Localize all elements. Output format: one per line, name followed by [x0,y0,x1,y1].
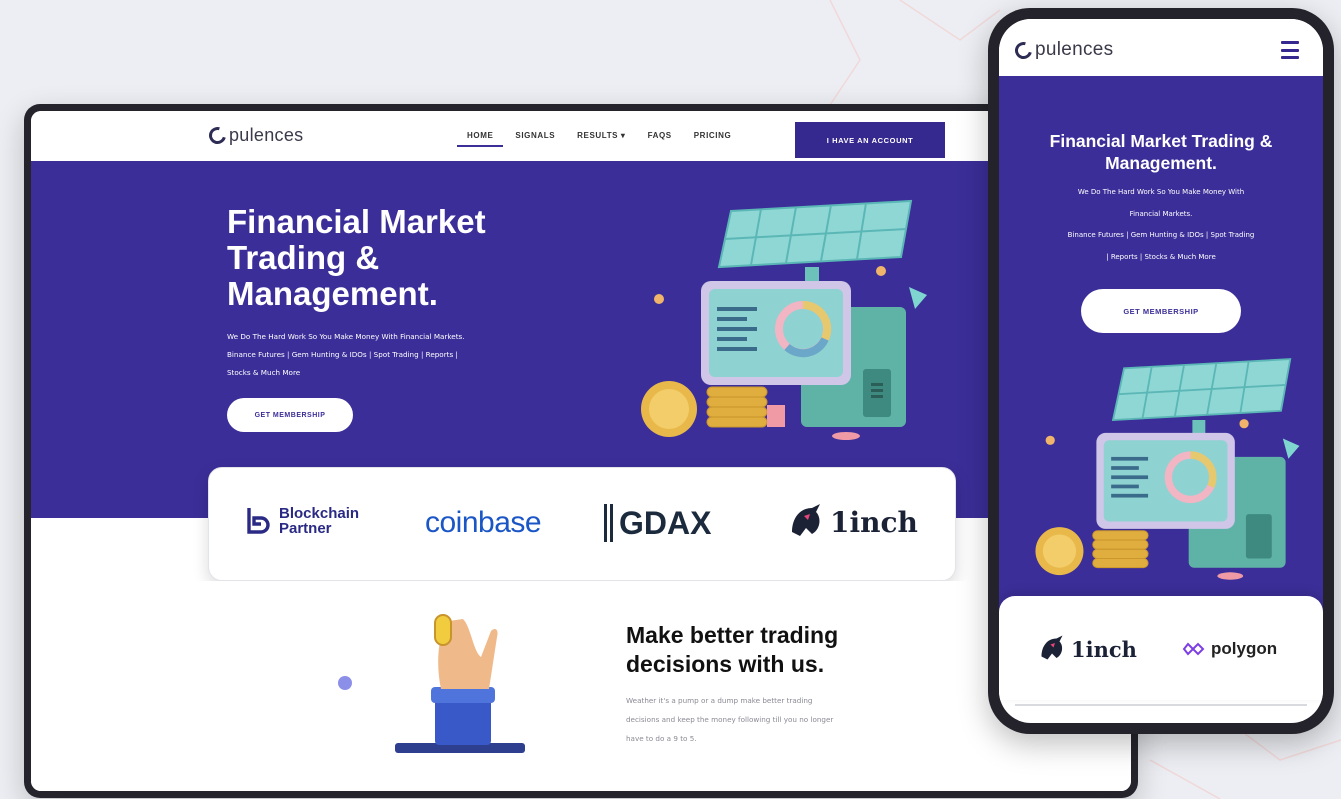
mobile-hero-title: Financial Market Trading & Management. [1009,130,1313,174]
1inch-text: 1inch [830,505,918,539]
mobile-logo[interactable]: pulences [1011,38,1114,62]
nav-signals[interactable]: SIGNALS [515,131,555,140]
blockchain-partner-text: Blockchain Partner [279,506,359,536]
logo-c-icon [1011,38,1036,62]
nav-home[interactable]: HOME [456,131,504,147]
feature-title-line: Make better trading [626,622,839,648]
hero-subtitle-line: We Do The Hard Work So You Make Money Wi… [227,332,465,341]
hero-title: Financial Market Trading & Management. [227,204,557,312]
feature-title-line: decisions with us. [626,651,825,677]
desktop-screen: pulences HOME SIGNALS RESULTS ▾ FAQS PRI… [31,111,1131,791]
logo-text: pulences [229,125,304,145]
feature-section: Make better trading decisions with us. W… [31,581,1131,791]
mobile-mockup: pulences Financial Market Trading & Mana… [988,8,1334,734]
mobile-1inch-logo[interactable]: 1inch [1037,634,1137,664]
mobile-screen: pulences Financial Market Trading & Mana… [999,19,1323,723]
get-membership-button[interactable]: GET MEMBERSHIP [227,398,353,432]
desktop-menu: HOME SIGNALS RESULTS ▾ FAQS PRICING [456,131,732,147]
mobile-divider [1015,704,1307,706]
polygon-icon [1182,642,1205,656]
polygon-logo[interactable]: polygon [1181,639,1277,659]
mobile-hero-subtitle-line: | Reports | Stocks & Much More [1106,252,1216,261]
mobile-hero-illustration [1035,358,1300,580]
feature-text: Weather it's a pump or a dump make bette… [626,691,956,748]
gdax-bars-icon [604,504,613,542]
hero-subtitle-line: Stocks & Much More [227,368,301,377]
mobile-hero-subtitle-line: We Do The Hard Work So You Make Money Wi… [1077,188,1245,196]
unicorn-icon [1041,635,1063,660]
hero-illustration [641,199,927,440]
blockchain-partner-logo[interactable]: Blockchain Partner [245,506,359,536]
mobile-hero-subtitle-line: Binance Futures | Gem Hunting & IDOs | S… [1067,231,1255,239]
mobile-hero-subtitle: We Do The Hard Work So You Make Money Wi… [1003,182,1319,268]
mobile-navbar: pulences [999,19,1323,76]
hero-subtitle-line: Binance Futures | Gem Hunting & IDOs | S… [227,350,458,359]
nav-pricing[interactable]: PRICING [694,131,732,140]
desktop-logo[interactable]: pulences [205,123,304,148]
nav-results[interactable]: RESULTS ▾ [577,131,625,140]
feature-title: Make better trading decisions with us. [626,621,956,679]
mobile-hero-title-line: Financial Market Trading & [1049,131,1273,151]
desktop-navbar: pulences HOME SIGNALS RESULTS ▾ FAQS PRI… [31,111,1131,161]
logo-text: pulences [1035,39,1114,60]
mobile-1inch-text: 1inch [1071,636,1137,662]
blockchain-partner-line: Partner [279,520,332,537]
hamburger-icon[interactable] [1281,41,1299,59]
gdax-logo[interactable]: GDAX [604,504,711,542]
hand-coin-illustration [338,614,525,753]
hero-subtitle: We Do The Hard Work So You Make Money Wi… [227,328,567,382]
nav-faqs[interactable]: FAQS [648,131,672,140]
coinbase-logo[interactable]: coinbase [425,506,542,540]
partner-logos-card: Blockchain Partner coinbase GDAX 1inch [208,467,956,581]
mobile-get-membership-button[interactable]: GET MEMBERSHIP [1081,289,1241,333]
blockchain-partner-icon [247,508,270,534]
mobile-hero-subtitle-line: Financial Markets. [1129,209,1193,218]
feature-text-line: Weather it's a pump or a dump make bette… [626,696,813,705]
mobile-hero: Financial Market Trading & Management. W… [999,76,1323,616]
hero-title-line: Financial Market [227,203,486,240]
hero-title-line: Trading & [227,239,380,276]
hero-title-line: Management. [227,275,438,312]
mobile-partner-logos: 1inch polygon [999,596,1323,700]
feature-text-line: decisions and keep the money following t… [626,715,834,724]
logo-c-icon [205,123,230,148]
feature-text-line: have to do a 9 to 5. [626,734,697,743]
1inch-logo[interactable]: 1inch [786,502,918,542]
desktop-mockup: pulences HOME SIGNALS RESULTS ▾ FAQS PRI… [24,104,1138,798]
unicorn-icon [792,504,820,536]
gdax-text: GDAX [619,504,712,541]
account-button[interactable]: I HAVE AN ACCOUNT [795,122,945,158]
mobile-hero-title-line: Management. [1105,153,1217,173]
blockchain-partner-line: Blockchain [279,505,360,522]
polygon-text: polygon [1211,639,1278,658]
desktop-hero: Financial Market Trading & Management. W… [31,161,1131,518]
